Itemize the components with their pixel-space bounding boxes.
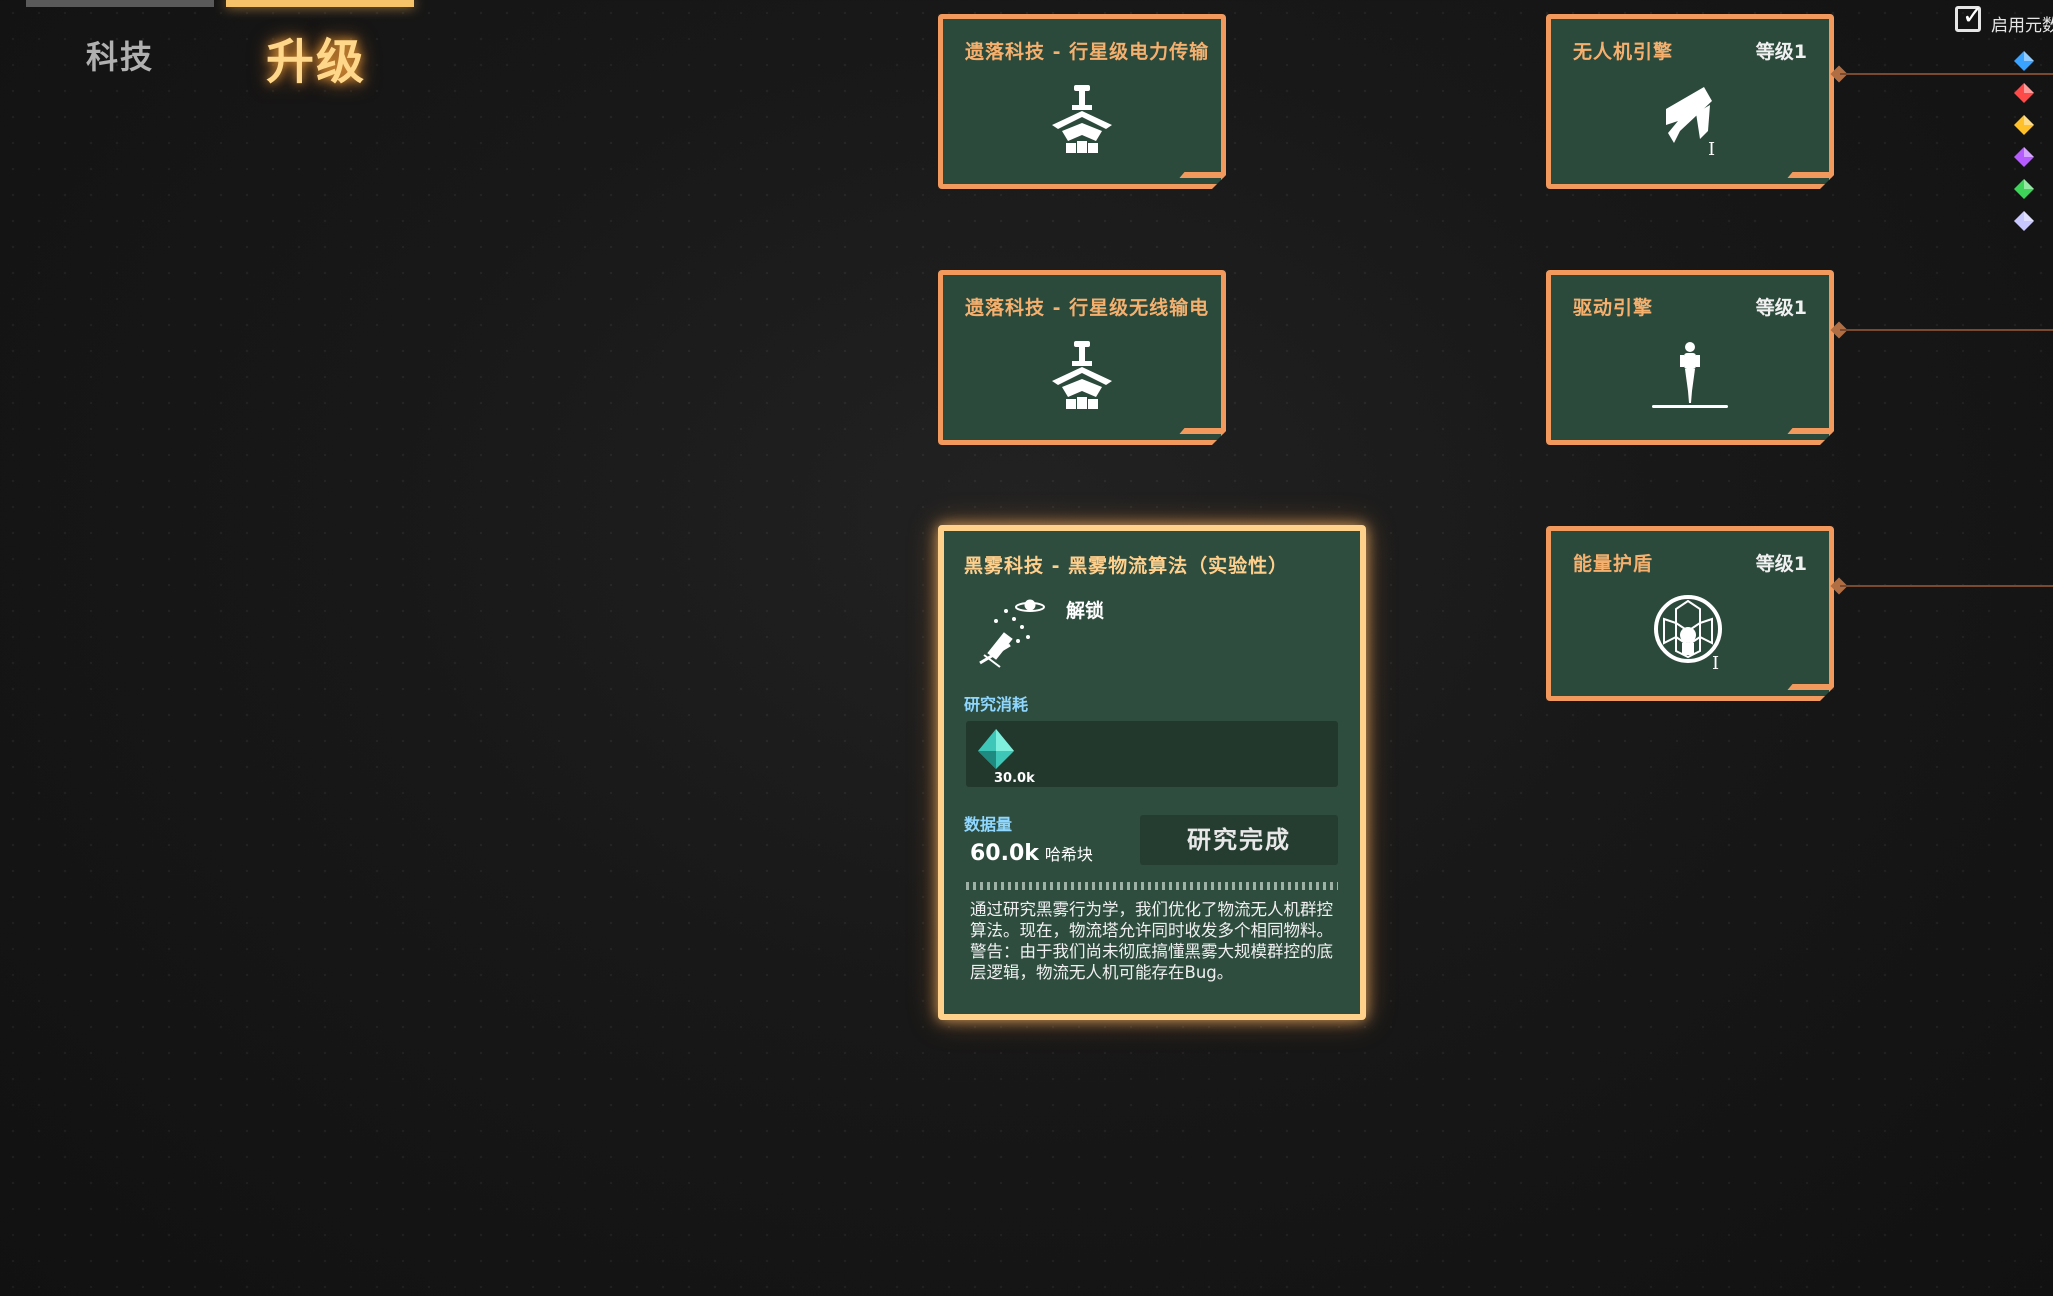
tech-description: 通过研究黑雾行为学，我们优化了物流无人机群控算法。现在，物流塔允许同时收发多个相… [970,900,1333,982]
data-value-unit: 哈希块 [1044,845,1093,864]
upgrade-card-energy-shield[interactable]: 能量护盾 等级1 I [1546,526,1834,701]
card-level: 等级1 [1755,297,1807,319]
data-amount-label: 数据量 [964,815,1013,834]
card-title: 无人机引擎 [1573,41,1674,63]
unlock-label: 解锁 [1066,600,1105,622]
connector-line [1840,329,2053,331]
divider [966,882,1338,890]
research-cost-label: 研究消耗 [964,695,1029,714]
logistics-drone-icon [979,599,1045,668]
white-matrix-icon[interactable] [2013,210,2035,232]
yellow-matrix-icon[interactable] [2013,114,2035,136]
card-title: 驱动引擎 [1573,297,1654,319]
shield-dome-icon: I [1650,591,1730,671]
green-matrix-icon[interactable] [2013,178,2035,200]
tech-detail-card-dark-fog-logistics[interactable]: 黑雾科技 - 黑雾物流算法（实验性） 解锁 研究消耗 30.0k 数据量 60.… [938,525,1366,1020]
enable-metadata-checkbox[interactable]: ✓ [1955,1,1984,32]
enable-metadata-label: 启用元数 [1991,16,2053,36]
dark-fog-matrix-icon [978,729,1014,769]
upgrade-card-drone-engine[interactable]: 无人机引擎 等级1 I [1546,14,1834,189]
drone-engine-icon: I [1650,79,1730,159]
connector-line [1840,585,2053,587]
research-complete-button[interactable]: 研究完成 [1140,815,1338,865]
card-notch [1179,428,1228,434]
data-amount-value: 60.0k 哈希块 [970,841,1093,866]
data-value-number: 60.0k [970,841,1039,866]
tech-card-wireless-power[interactable]: 遗落科技 - 行星级无线输电 [938,270,1226,445]
card-title: 遗落科技 - 行星级无线输电 [965,297,1210,319]
mecha-icon [1650,335,1730,415]
card-title: 遗落科技 - 行星级电力传输 [965,41,1210,63]
red-matrix-icon[interactable] [2013,82,2035,104]
pylon-icon [1044,81,1120,157]
card-title: 能量护盾 [1573,553,1654,575]
card-notch [1787,172,1836,178]
research-cost-box: 30.0k [966,721,1338,787]
check-icon: ✓ [1962,1,1984,31]
tech-card-power-transfer[interactable]: 遗落科技 - 行星级电力传输 [938,14,1226,189]
card-level: 等级1 [1755,553,1807,575]
blue-matrix-icon[interactable] [2013,50,2035,72]
card-notch [1787,684,1836,690]
tier-numeral: I [1708,139,1715,159]
tier-numeral: I [1712,653,1719,671]
card-notch [1179,172,1228,178]
tab-tech[interactable]: 科技 [86,32,154,78]
cost-amount: 30.0k [994,771,1035,786]
purple-matrix-icon[interactable] [2013,146,2035,168]
tab-indicator-upgrade [226,0,414,7]
upgrade-card-drive-engine[interactable]: 驱动引擎 等级1 [1546,270,1834,445]
tab-upgrade[interactable]: 升级 [266,22,366,92]
pylon-icon [1044,337,1120,413]
connector-line [1840,73,2053,75]
card-notch [1787,428,1836,434]
detail-title: 黑雾科技 - 黑雾物流算法（实验性） [964,555,1289,577]
card-level: 等级1 [1755,41,1807,63]
tab-indicator-tech [26,0,214,7]
